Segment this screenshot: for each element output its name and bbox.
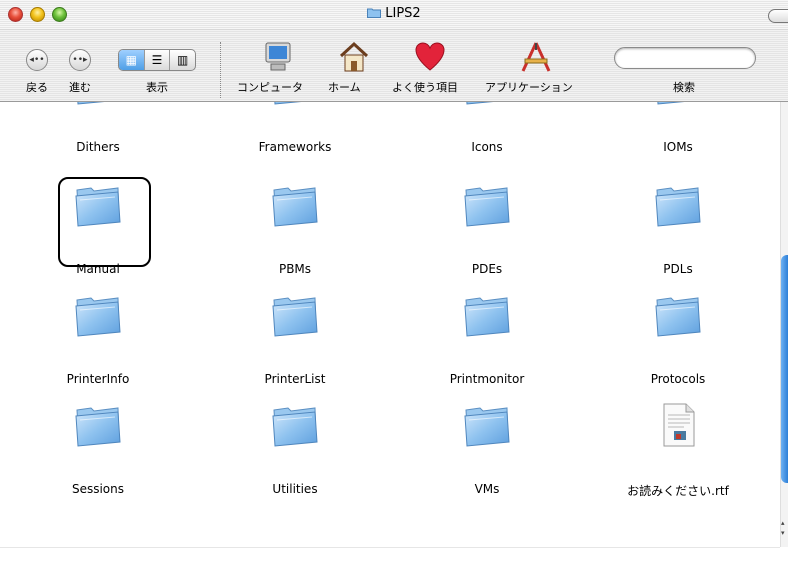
folder-item[interactable]: Printmonitor [397, 294, 577, 394]
folder-item[interactable]: Sessions [8, 404, 188, 504]
folder-icon [655, 297, 701, 337]
item-name: PrinterInfo [66, 372, 130, 386]
folder-icon [367, 8, 382, 18]
scroll-arrows[interactable]: ▴ ▾ [781, 518, 788, 542]
folder-item[interactable]: PrinterList [205, 294, 385, 394]
folder-icon [655, 187, 701, 227]
folder-icon [272, 407, 318, 447]
home-label: ホーム [328, 81, 361, 94]
folder-icon [77, 102, 105, 105]
folder-item[interactable]: VMs [397, 404, 577, 504]
folder-item[interactable]: Utilities [205, 404, 385, 504]
forward-arrow-icon: ••▸ [72, 55, 88, 65]
item-name: Dithers [76, 140, 120, 154]
toolbar: ◂•• 戻る ••▸ 進む ▦ ☰ ▥ 表示 コンピュータ ホーム よく使う項目 [0, 30, 788, 102]
item-name: VMs [474, 482, 500, 496]
folder-item[interactable]: Dithers [8, 102, 188, 162]
item-name: お読みください.rtf [627, 484, 729, 498]
item-name: Sessions [71, 482, 125, 496]
folder-icon [272, 297, 318, 337]
folder-item[interactable]: Protocols [588, 294, 768, 394]
file-icon-grid: Dithers Frameworks Icons IOMs Manual PBMs PDEs… [0, 102, 780, 547]
folder-icon [464, 297, 510, 337]
computer-label: コンピュータ [237, 81, 303, 94]
heart-icon [415, 42, 445, 71]
folder-icon [464, 407, 510, 447]
folder-item[interactable]: IOMs [588, 102, 768, 162]
item-name: Utilities [272, 482, 318, 496]
scroll-up-icon[interactable]: ▴ [781, 518, 788, 528]
view-label: 表示 [146, 81, 168, 94]
highlight-box [58, 177, 151, 267]
item-name: Printmonitor [449, 372, 525, 386]
folder-item[interactable]: PDEs [397, 184, 577, 284]
folder-item[interactable]: PBMs [205, 184, 385, 284]
applications-label: アプリケーション [485, 81, 573, 94]
toolbar-separator [220, 42, 221, 98]
home-icon [339, 41, 369, 72]
favorites-label: よく使う項目 [392, 81, 458, 94]
computer-button[interactable] [260, 40, 296, 78]
folder-item[interactable]: Frameworks [205, 102, 385, 162]
home-button[interactable] [336, 40, 372, 78]
folder-icon [464, 187, 510, 227]
item-name: PrinterList [264, 372, 326, 386]
applications-icon [521, 42, 551, 72]
folder-icon [75, 407, 121, 447]
item-name: PDEs [471, 262, 503, 276]
folder-icon [466, 102, 494, 105]
document-icon [663, 403, 695, 447]
back-arrow-icon: ◂•• [29, 55, 45, 65]
item-name: IOMs [663, 140, 693, 154]
item-name: PBMs [278, 262, 312, 276]
back-label: 戻る [26, 81, 48, 94]
window-title: LIPS2 [385, 6, 421, 21]
list-view-button[interactable]: ☰ [145, 50, 171, 70]
toolbar-toggle-button[interactable] [768, 9, 788, 23]
item-name: Protocols [650, 372, 706, 386]
file-item[interactable]: お読みください.rtf [588, 403, 768, 504]
folder-icon [272, 187, 318, 227]
view-mode-control[interactable]: ▦ ☰ ▥ [118, 49, 196, 71]
column-view-button[interactable]: ▥ [170, 50, 195, 70]
icon-view-button[interactable]: ▦ [119, 50, 145, 70]
folder-item[interactable]: Icons [397, 102, 577, 162]
folder-item[interactable]: PrinterInfo [8, 294, 188, 394]
title-bar[interactable]: LIPS2 [0, 0, 788, 30]
folder-icon [75, 297, 121, 337]
folder-item[interactable]: PDLs [588, 184, 768, 284]
item-name: Frameworks [258, 140, 332, 154]
forward-button[interactable]: ••▸ [69, 49, 91, 71]
scroll-thumb[interactable] [781, 255, 788, 483]
window-title-area: LIPS2 [0, 6, 788, 21]
status-bar [0, 547, 780, 564]
favorites-button[interactable] [412, 40, 448, 78]
applications-button[interactable] [518, 40, 554, 78]
forward-label: 進む [69, 81, 91, 94]
back-button[interactable]: ◂•• [26, 49, 48, 71]
computer-icon [265, 42, 291, 71]
scroll-down-icon[interactable]: ▾ [781, 528, 788, 538]
item-name: PDLs [663, 262, 693, 276]
search-input[interactable] [614, 47, 756, 69]
folder-icon [657, 102, 685, 105]
search-label: 検索 [673, 81, 695, 94]
item-name: Icons [471, 140, 503, 154]
folder-icon [274, 102, 302, 105]
